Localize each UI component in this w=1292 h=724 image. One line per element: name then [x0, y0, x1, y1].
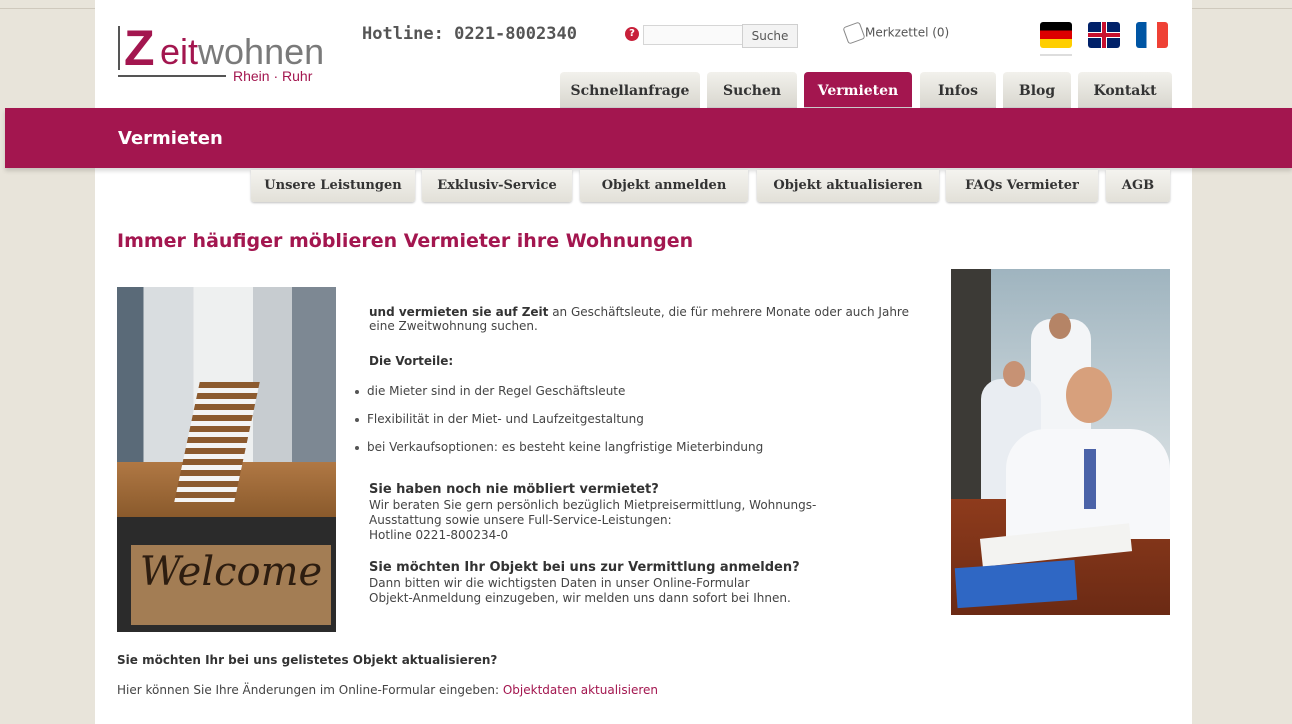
update-link[interactable]: Objektdaten aktualisieren — [503, 683, 658, 697]
list-item: Flexibilität in der Miet- und Laufzeitge… — [355, 412, 644, 426]
subtab-objekt-anmelden[interactable]: Objekt anmelden — [580, 170, 748, 202]
update-text-label: Hier können Sie Ihre Änderungen im Onlin… — [117, 683, 503, 697]
page-banner: Vermieten — [5, 108, 1292, 168]
subtab-exklusiv-service[interactable]: Exklusiv-Service — [422, 170, 572, 202]
hallway-welcome-image: Welcome — [117, 287, 336, 632]
subtab-agb[interactable]: AGB — [1106, 170, 1170, 202]
subtab-objekt-aktualisieren[interactable]: Objekt aktualisieren — [757, 170, 939, 202]
content-heading: Immer häufiger möblieren Vermieter ihre … — [117, 230, 694, 252]
tab-blog[interactable]: Blog — [1003, 72, 1071, 108]
section1-line: Ausstattung sowie unsere Full-Service-Le… — [369, 513, 672, 527]
tab-vermieten[interactable]: Vermieten — [804, 72, 912, 108]
intro-line1: an Geschäftsleute, die für mehrere Monat… — [548, 305, 909, 319]
merkzettel-link[interactable]: Merkzettel (0) — [842, 21, 950, 45]
search-button[interactable]: Suche — [742, 24, 798, 48]
search-input[interactable] — [643, 25, 745, 45]
section2-title: Sie möchten Ihr Objekt bei uns zur Vermi… — [369, 560, 800, 575]
list-item: die Mieter sind in der Regel Geschäftsle… — [355, 384, 625, 398]
logo-bar — [118, 26, 120, 70]
section1-line: Wir beraten Sie gern persönlich bezüglic… — [369, 498, 817, 512]
site-logo[interactable]: Z eitwohnen Rhein · Ruhr — [118, 18, 348, 88]
business-people-image — [951, 269, 1170, 615]
notepad-icon — [842, 21, 866, 45]
logo-z: Z — [124, 20, 155, 76]
logo-underline — [118, 75, 226, 77]
tab-kontakt[interactable]: Kontakt — [1078, 72, 1172, 108]
logo-text: eitwohnen — [160, 32, 324, 72]
logo-wohnen: wohnen — [198, 31, 325, 72]
tab-suchen[interactable]: Suchen — [707, 72, 797, 108]
list-item: bei Verkaufsoptionen: es besteht keine l… — [355, 440, 763, 454]
intro-bold: und vermieten sie auf Zeit — [369, 305, 549, 319]
page-title: Vermieten — [118, 128, 223, 149]
advantages-title: Die Vorteile: — [369, 354, 454, 368]
section1-title: Sie haben noch nie möbliert vermietet? — [369, 482, 659, 497]
section2-line: Objekt-Anmeldung einzugeben, wir melden … — [369, 591, 791, 605]
intro-paragraph: und vermieten sie auf Zeit an Geschäftsl… — [369, 305, 929, 333]
search-icon: ? — [625, 27, 639, 41]
subtab-faqs-vermieter[interactable]: FAQs Vermieter — [946, 170, 1098, 202]
intro-line2: eine Zweitwohnung suchen. — [369, 319, 538, 333]
flag-uk-icon[interactable] — [1088, 22, 1120, 48]
update-title: Sie möchten Ihr bei uns gelistetes Objek… — [117, 653, 498, 667]
flag-fr-icon[interactable] — [1136, 22, 1168, 48]
update-text: Hier können Sie Ihre Änderungen im Onlin… — [117, 683, 658, 697]
merkzettel-label: Merkzettel (0) — [865, 25, 950, 40]
logo-eit: eit — [160, 31, 199, 72]
section2-line: Dann bitten wir die wichtigsten Daten in… — [369, 576, 750, 590]
section1-line: Hotline 0221-800234-0 — [369, 528, 509, 542]
subtab-unsere-leistungen[interactable]: Unsere Leistungen — [251, 170, 415, 202]
tab-schnellanfrage[interactable]: Schnellanfrage — [560, 72, 700, 108]
hotline: Hotline: 0221-8002340 — [362, 24, 577, 44]
language-indicator — [1040, 54, 1072, 56]
flag-de-icon[interactable] — [1040, 22, 1072, 48]
tab-infos[interactable]: Infos — [920, 72, 996, 108]
logo-subtitle: Rhein · Ruhr — [233, 68, 313, 84]
welcome-mat-text: Welcome — [139, 549, 323, 595]
